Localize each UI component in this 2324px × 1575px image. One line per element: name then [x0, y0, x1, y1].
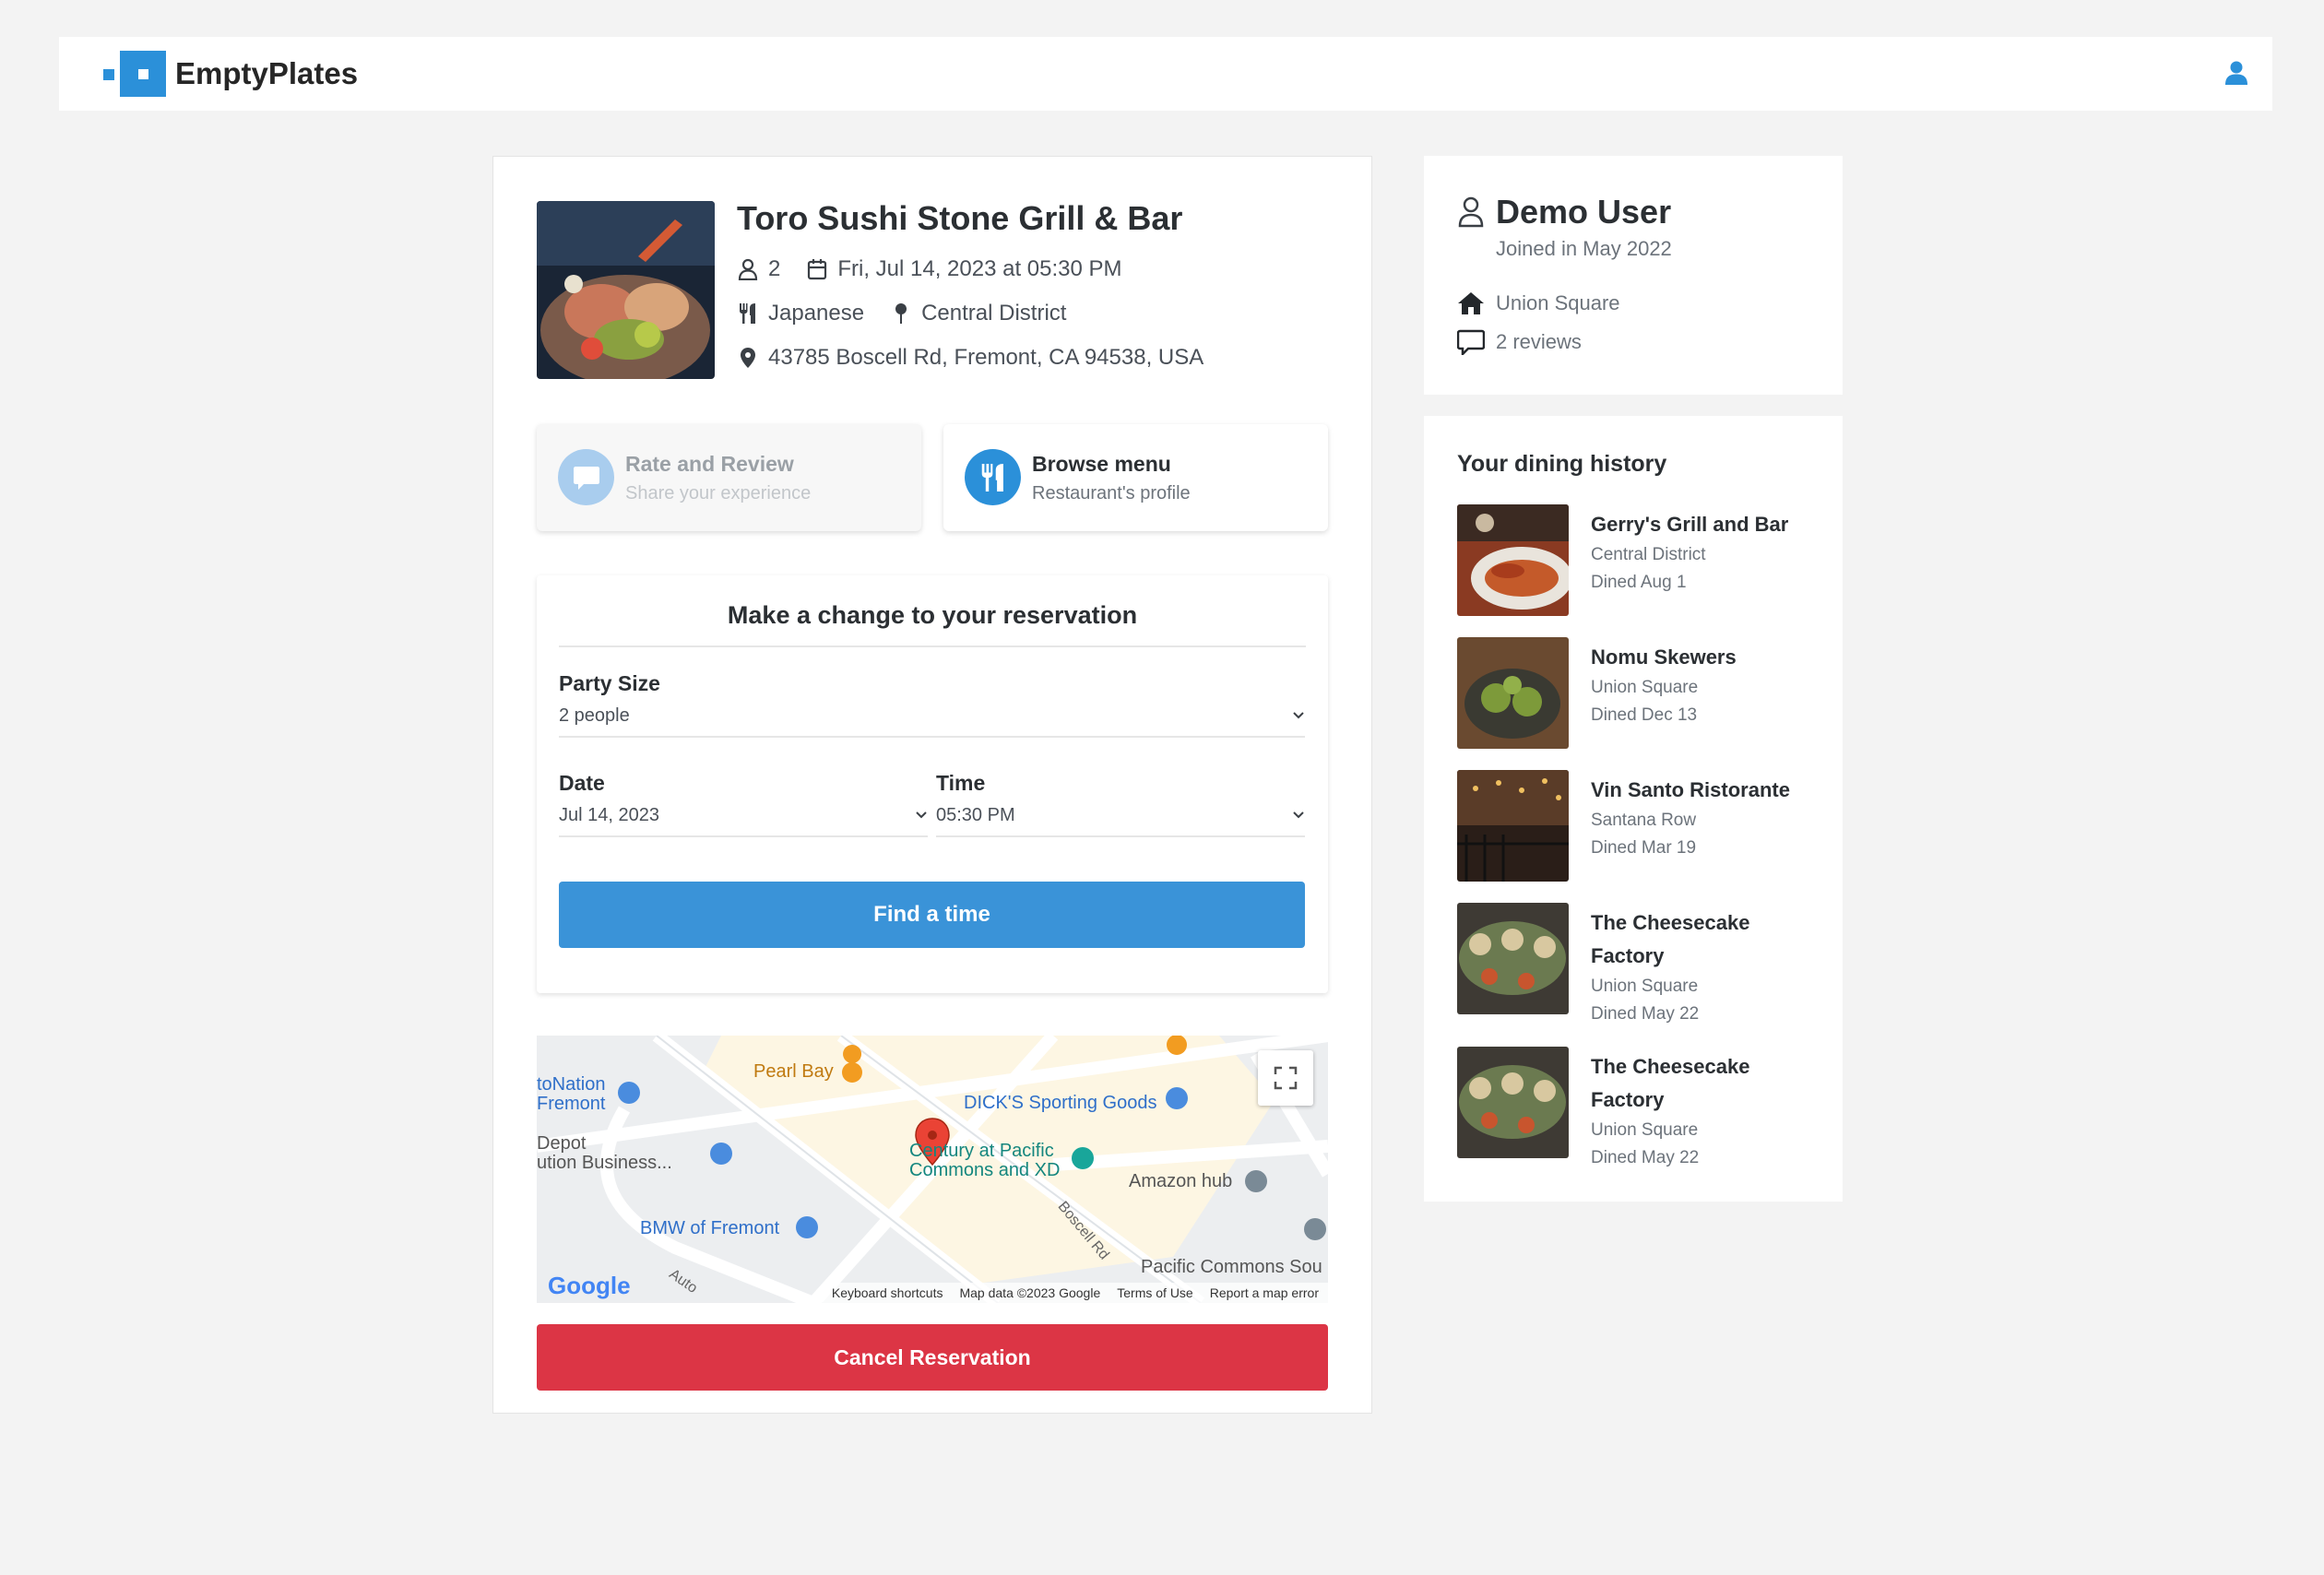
date-label: Date: [559, 771, 605, 795]
history-thumb: [1457, 770, 1569, 882]
history-thumb: [1457, 637, 1569, 749]
restaurant-tags: Japanese Central District: [737, 301, 1066, 326]
chevron-down-icon: [1293, 712, 1304, 719]
history-restaurant-name: Gerry's Grill and Bar Central District D…: [1591, 513, 1789, 592]
utensils-icon: [965, 449, 1021, 505]
browse-menu-card[interactable]: Browse menu Restaurant's profile: [943, 424, 1328, 531]
reservation-meta: 2 Fri, Jul 14, 2023 at 05:30 PM: [737, 256, 1122, 282]
map-label-depot-2: ution Business...: [537, 1153, 672, 1173]
map-report-error-link[interactable]: Report a map error: [1210, 1285, 1319, 1300]
profile-location-row: Union Square: [1457, 290, 1620, 316]
comment-icon: [1457, 329, 1485, 355]
history-restaurant-name: The Cheesecake Factory Union Square Dine…: [1591, 911, 1750, 1024]
map-fullscreen-button[interactable]: [1258, 1050, 1313, 1106]
time-label: Time: [936, 771, 986, 795]
profile-card: Demo User Joined in May 2022 Union Squar…: [1424, 156, 1843, 395]
comment-icon: [558, 449, 614, 505]
form-title: Make a change to your reservation: [727, 601, 1138, 629]
map-keyboard-shortcuts-link[interactable]: Keyboard shortcuts: [832, 1285, 943, 1300]
rate-and-review-card[interactable]: Rate and Review Share your experience: [537, 424, 921, 531]
history-thumb: [1457, 903, 1569, 1014]
restaurant-photo: [537, 201, 715, 379]
profile-joined: Joined in May 2022: [1496, 237, 1672, 260]
reservation-datetime: Fri, Jul 14, 2023 at 05:30 PM: [837, 256, 1122, 281]
map-footer: Keyboard shortcuts Map data ©2023 Google…: [822, 1283, 1328, 1303]
dining-history-title: Your dining history: [1457, 451, 1667, 477]
party-size-label: Party Size: [559, 671, 660, 695]
brand-logo[interactable]: EmptyPlates: [103, 51, 358, 97]
google-logo: Google: [548, 1272, 631, 1299]
date-select[interactable]: Jul 14, 2023: [559, 795, 928, 837]
profile-location: Union Square: [1496, 291, 1620, 314]
person-icon: [737, 258, 759, 280]
party-count: 2: [768, 256, 781, 281]
map-label-autonation-2: Fremont: [537, 1094, 606, 1114]
map-label-pearl-bay: Pearl Bay: [753, 1061, 834, 1082]
logo-mark-icon: [103, 51, 177, 97]
history-restaurant-name: The Cheesecake Factory Union Square Dine…: [1591, 1055, 1750, 1167]
user-outline-icon: [1458, 196, 1484, 228]
chevron-down-icon: [916, 811, 927, 819]
rate-review-title: Rate and Review: [625, 452, 794, 476]
browse-menu-title: Browse menu: [1032, 452, 1171, 476]
profile-name: Demo User: [1496, 193, 1672, 231]
profile-reviews-row: 2 reviews: [1457, 329, 1582, 355]
user-icon: [2225, 61, 2247, 85]
neighborhood: Central District: [921, 301, 1067, 326]
browse-menu-subtitle: Restaurant's profile: [1032, 483, 1191, 503]
utensils-icon: [737, 302, 759, 325]
form-divider: [559, 645, 1306, 647]
brand-name: EmptyPlates: [175, 56, 359, 90]
map-terms-link[interactable]: Terms of Use: [1117, 1285, 1192, 1300]
cuisine: Japanese: [768, 301, 865, 326]
location-marker-icon: [737, 347, 759, 369]
find-a-time-button[interactable]: Find a time: [559, 882, 1305, 948]
modify-reservation-form: Make a change to your reservation Party …: [537, 575, 1328, 993]
restaurant-address-row: 43785 Boscell Rd, Fremont, CA 94538, USA: [737, 345, 1204, 371]
fullscreen-icon: [1274, 1066, 1298, 1090]
dining-history-card: Your dining history Gerry's Grill and Ba…: [1424, 416, 1843, 1202]
map-label-amazon: Amazon hub: [1129, 1171, 1233, 1191]
home-icon: [1457, 290, 1485, 316]
party-size-value: 2 people: [559, 705, 630, 726]
map-label-dicks: DICK'S Sporting Goods: [964, 1093, 1157, 1113]
party-size-select[interactable]: 2 people: [559, 695, 1305, 738]
rate-review-subtitle: Share your experience: [625, 483, 812, 503]
top-navbar: EmptyPlates: [59, 37, 2272, 111]
time-select[interactable]: 05:30 PM: [936, 795, 1305, 837]
history-restaurant-name: Vin Santo Ristorante Santana Row Dined M…: [1591, 778, 1790, 858]
profile-reviews: 2 reviews: [1496, 330, 1582, 353]
map-label-century-1: Century at Pacific: [909, 1141, 1054, 1161]
calendar-icon: [806, 258, 828, 280]
user-menu-button[interactable]: [2223, 59, 2250, 87]
map-label-century-2: Commons and XD: [909, 1160, 1061, 1180]
map-data-attribution: Map data ©2023 Google: [959, 1285, 1101, 1300]
cancel-reservation-button[interactable]: Cancel Reservation: [537, 1324, 1328, 1391]
restaurant-map[interactable]: Pearl Bay DICK'S Sporting Goods toNation…: [537, 1036, 1328, 1303]
map-label-depot-1: Depot: [537, 1133, 587, 1154]
restaurant-address: 43785 Boscell Rd, Fremont, CA 94538, USA: [768, 345, 1204, 370]
map-label-pacific: Pacific Commons Sou: [1141, 1257, 1322, 1277]
map-label-autonation-1: toNation: [537, 1074, 606, 1095]
restaurant-name: Toro Sushi Stone Grill & Bar: [737, 199, 1183, 237]
history-thumb: [1457, 504, 1569, 616]
map-pin-icon: [890, 302, 912, 325]
history-thumb: [1457, 1047, 1569, 1158]
time-value: 05:30 PM: [936, 804, 1015, 825]
date-value: Jul 14, 2023: [559, 804, 659, 825]
chevron-down-icon: [1293, 811, 1304, 819]
history-restaurant-name: Nomu Skewers Union Square Dined Dec 13: [1591, 645, 1737, 725]
reservation-card: Toro Sushi Stone Grill & Bar 2 Fri, Jul …: [492, 156, 1372, 1414]
map-label-bmw: BMW of Fremont: [640, 1218, 780, 1238]
